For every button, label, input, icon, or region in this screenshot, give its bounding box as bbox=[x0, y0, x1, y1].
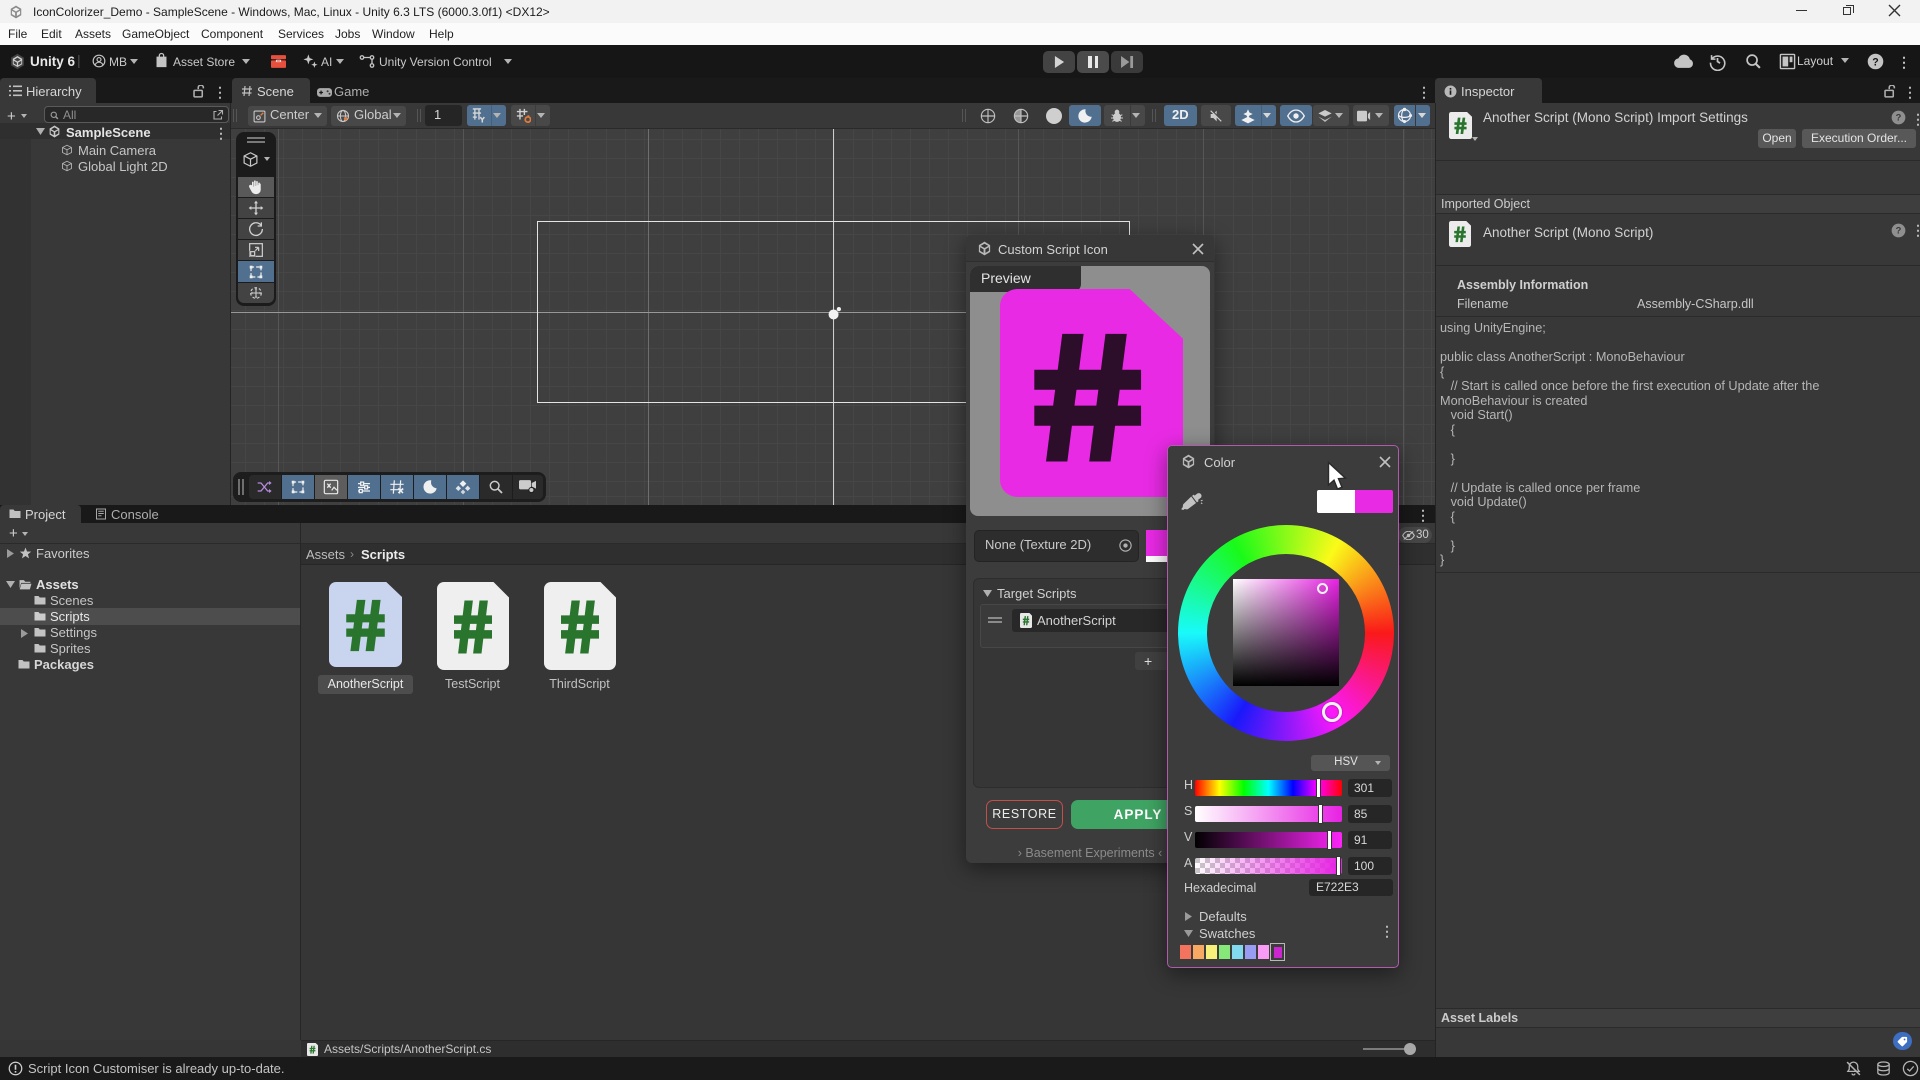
svg-text:?: ? bbox=[1896, 113, 1902, 123]
svg-text:?: ? bbox=[1896, 226, 1902, 236]
svg-text:?: ? bbox=[1872, 56, 1878, 68]
